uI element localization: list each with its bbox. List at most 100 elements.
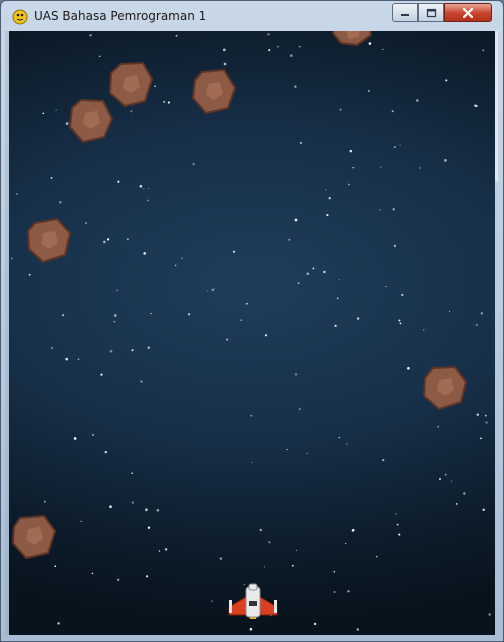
star bbox=[131, 349, 134, 352]
star bbox=[51, 347, 53, 349]
star bbox=[306, 272, 310, 275]
star bbox=[181, 257, 183, 260]
star bbox=[297, 282, 300, 285]
star bbox=[109, 505, 112, 508]
star bbox=[419, 167, 421, 169]
player-spaceship[interactable] bbox=[227, 583, 279, 623]
star bbox=[334, 324, 337, 327]
star bbox=[399, 144, 401, 146]
star bbox=[91, 572, 94, 575]
title-bar[interactable]: UAS Bahasa Pemrograman 1 bbox=[1, 1, 503, 31]
close-button[interactable] bbox=[444, 3, 492, 22]
star bbox=[485, 421, 488, 424]
star bbox=[333, 570, 336, 573]
star bbox=[92, 433, 94, 436]
asteroid bbox=[191, 68, 237, 115]
star bbox=[77, 358, 80, 360]
star bbox=[407, 366, 410, 370]
window-scroll-edge bbox=[495, 31, 498, 181]
minimize-button[interactable] bbox=[392, 3, 418, 22]
star bbox=[391, 110, 394, 113]
star bbox=[338, 278, 340, 281]
star bbox=[104, 450, 108, 454]
star bbox=[150, 312, 152, 315]
star bbox=[226, 338, 229, 341]
asteroid bbox=[26, 217, 72, 264]
star bbox=[294, 373, 298, 376]
star bbox=[214, 288, 216, 290]
star bbox=[401, 293, 404, 297]
star bbox=[286, 449, 288, 451]
star bbox=[395, 513, 397, 515]
star bbox=[379, 209, 381, 211]
asteroid bbox=[331, 31, 373, 47]
star bbox=[222, 48, 226, 52]
star bbox=[323, 270, 326, 274]
star bbox=[126, 238, 129, 241]
star bbox=[250, 414, 253, 417]
star bbox=[482, 49, 485, 52]
star bbox=[294, 218, 298, 222]
star bbox=[10, 257, 13, 260]
star bbox=[482, 508, 485, 511]
star bbox=[223, 62, 227, 66]
star bbox=[158, 550, 161, 552]
star bbox=[298, 45, 301, 48]
star bbox=[268, 49, 271, 52]
star bbox=[139, 184, 143, 188]
star bbox=[175, 34, 178, 37]
star bbox=[146, 575, 149, 578]
star bbox=[42, 112, 44, 115]
game-canvas[interactable] bbox=[9, 31, 495, 635]
star bbox=[267, 33, 270, 36]
star bbox=[375, 555, 378, 558]
star bbox=[382, 458, 385, 462]
star bbox=[113, 321, 116, 323]
star bbox=[211, 288, 215, 292]
star bbox=[288, 238, 291, 241]
star bbox=[291, 564, 294, 567]
star bbox=[192, 162, 195, 166]
star bbox=[89, 34, 92, 37]
star bbox=[80, 520, 82, 522]
star bbox=[59, 200, 62, 204]
star bbox=[143, 188, 145, 190]
star bbox=[299, 141, 302, 144]
star bbox=[398, 319, 401, 322]
star bbox=[356, 628, 360, 631]
star bbox=[348, 183, 350, 186]
star bbox=[356, 317, 360, 320]
star bbox=[298, 408, 301, 411]
star bbox=[113, 314, 117, 317]
star bbox=[85, 222, 87, 224]
star bbox=[130, 110, 133, 113]
star bbox=[147, 199, 149, 202]
asteroid bbox=[68, 98, 114, 144]
star bbox=[116, 289, 118, 292]
star bbox=[294, 85, 297, 88]
star bbox=[289, 54, 293, 57]
star bbox=[422, 328, 425, 331]
star bbox=[240, 319, 242, 321]
close-icon bbox=[462, 7, 474, 18]
star bbox=[312, 267, 315, 270]
star bbox=[448, 310, 451, 312]
star bbox=[345, 542, 347, 545]
star bbox=[131, 501, 135, 504]
star bbox=[313, 622, 317, 626]
star bbox=[480, 312, 484, 315]
star bbox=[393, 244, 396, 247]
star bbox=[145, 508, 148, 512]
window-title: UAS Bahasa Pemrograman 1 bbox=[34, 9, 207, 23]
star bbox=[245, 302, 248, 305]
star bbox=[393, 146, 396, 149]
maximize-button[interactable] bbox=[418, 3, 444, 22]
star bbox=[484, 414, 487, 417]
star bbox=[476, 324, 478, 326]
star bbox=[333, 591, 336, 593]
star bbox=[445, 79, 448, 82]
star bbox=[211, 600, 214, 603]
star bbox=[339, 108, 342, 111]
star bbox=[54, 565, 57, 568]
star bbox=[444, 473, 447, 476]
